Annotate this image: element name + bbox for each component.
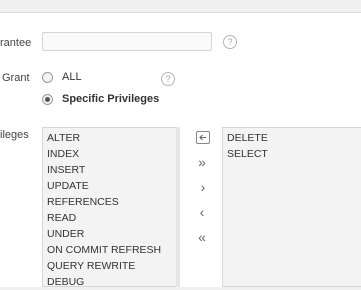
grant-form-panel: rantee ? Grant ALL ? Specific Privileges bbox=[0, 12, 361, 131]
list-item[interactable]: ON COMMIT REFRESH bbox=[47, 242, 179, 258]
reset-icon[interactable] bbox=[196, 131, 210, 144]
list-item[interactable]: READ bbox=[47, 210, 179, 226]
list-item[interactable]: INSERT bbox=[47, 162, 179, 178]
reset-arrow-icon bbox=[199, 134, 206, 141]
grant-option-all[interactable]: ALL bbox=[42, 71, 82, 83]
grantee-help-icon[interactable]: ? bbox=[223, 35, 237, 49]
list-item[interactable]: DEBUG bbox=[47, 274, 179, 290]
list-item[interactable]: REFERENCES bbox=[47, 194, 179, 210]
grantee-input[interactable] bbox=[42, 32, 212, 51]
all-radio[interactable] bbox=[42, 71, 53, 83]
list-item[interactable]: DELETE bbox=[227, 130, 361, 146]
list-item[interactable]: SELECT bbox=[227, 146, 361, 162]
list-item[interactable]: ALTER bbox=[47, 130, 179, 146]
list-item[interactable]: INDEX bbox=[47, 146, 179, 162]
specific-privileges-label: Specific Privileges bbox=[62, 93, 160, 105]
list-scrollbar[interactable] bbox=[176, 127, 180, 287]
grant-label: Grant bbox=[2, 72, 30, 84]
selected-privileges-list[interactable]: DELETE SELECT bbox=[222, 127, 361, 287]
remove-icon[interactable]: ‹ bbox=[194, 204, 210, 220]
available-privileges-list[interactable]: ALTER INDEX INSERT UPDATE REFERENCES REA… bbox=[42, 127, 180, 290]
list-item[interactable]: UPDATE bbox=[47, 178, 179, 194]
specific-privileges-radio[interactable] bbox=[42, 93, 53, 105]
grant-option-specific[interactable]: Specific Privileges bbox=[42, 93, 159, 105]
all-radio-label: ALL bbox=[62, 71, 82, 83]
list-item[interactable]: QUERY REWRITE bbox=[47, 258, 179, 274]
remove-all-icon[interactable]: « bbox=[194, 229, 210, 245]
grantee-label: rantee bbox=[0, 37, 32, 49]
list-item[interactable]: UNDER bbox=[47, 226, 179, 242]
grant-help-icon[interactable]: ? bbox=[161, 72, 175, 86]
move-all-icon[interactable]: » bbox=[194, 154, 210, 170]
privileges-label: ileges bbox=[0, 129, 29, 141]
move-icon[interactable]: › bbox=[195, 179, 211, 195]
